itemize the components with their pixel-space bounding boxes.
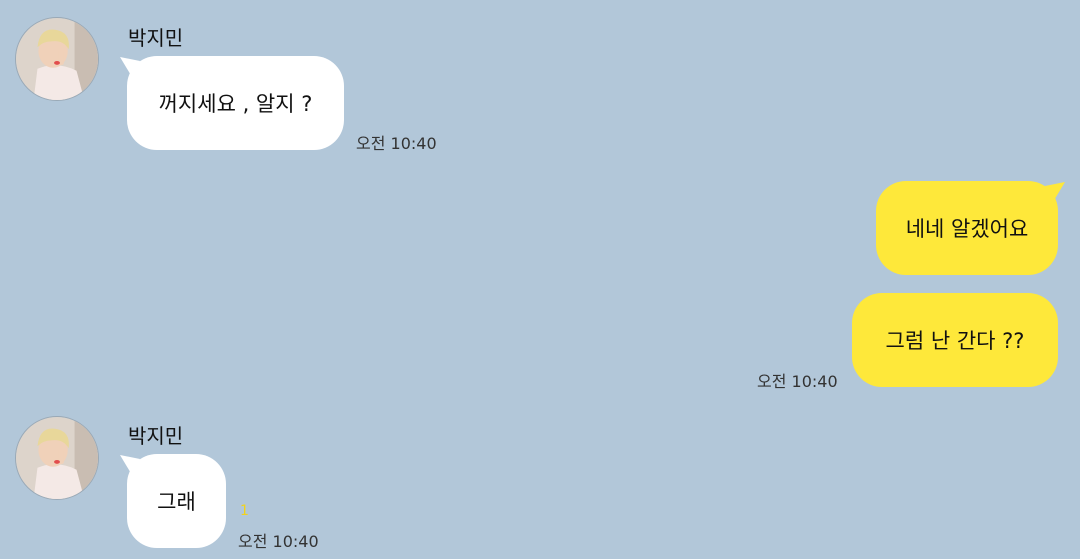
avatar[interactable] <box>15 416 99 500</box>
message-bubble[interactable]: 꺼지세요 , 알지 ? <box>127 56 344 150</box>
sender-name: 박지민 <box>128 26 184 50</box>
message-bubble[interactable]: 네네 알겠어요 <box>876 181 1058 275</box>
message-bubble[interactable]: 그래 <box>127 454 226 548</box>
unread-count: 1 <box>240 503 249 519</box>
message-bubble[interactable]: 그럼 난 간다 ?? <box>852 293 1058 387</box>
sender-name: 박지민 <box>128 424 184 448</box>
avatar[interactable] <box>15 17 99 101</box>
message-time: 오전 10:40 <box>356 134 437 153</box>
message-text: 그래 <box>157 490 196 514</box>
message-time: 오전 10:40 <box>238 532 319 551</box>
message-text: 네네 알겠어요 <box>905 217 1029 241</box>
message-text: 그럼 난 간다 ?? <box>885 329 1025 353</box>
message-time: 오전 10:40 <box>757 372 838 391</box>
bubble-tail <box>1045 182 1065 202</box>
message-text: 꺼지세요 , 알지 ? <box>158 92 313 116</box>
